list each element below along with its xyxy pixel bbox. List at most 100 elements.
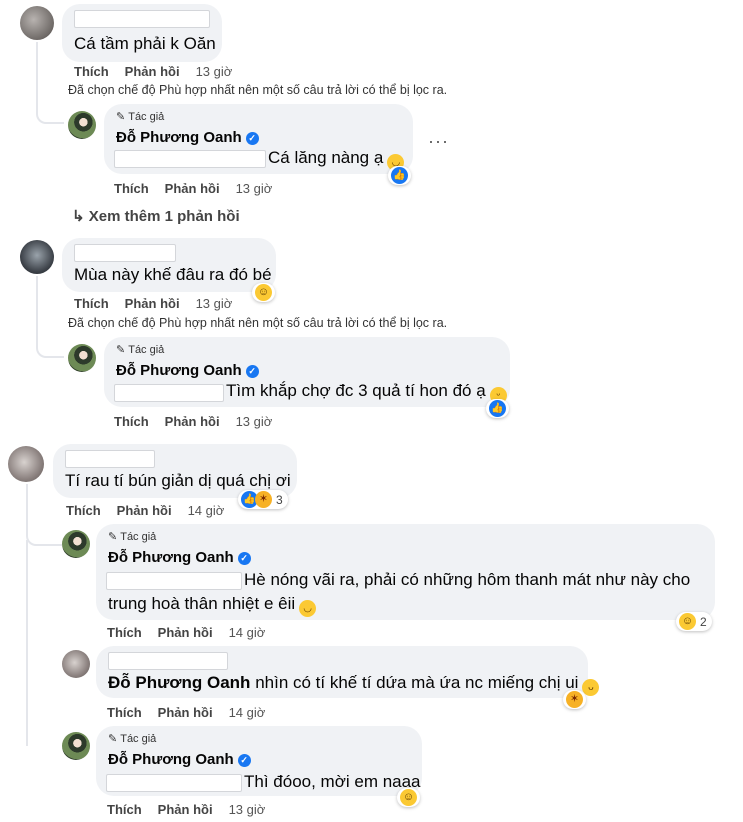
comment-text: Tí rau tí bún giản dị quá chị ơi — [65, 471, 291, 490]
avatar[interactable] — [20, 6, 54, 40]
verified-icon: ✓ — [237, 552, 251, 565]
reply-actions: Thích Phản hồi 13 giờ — [114, 414, 272, 429]
thread-line — [36, 42, 64, 124]
like-icon: 👍 — [489, 400, 506, 417]
comment-actions: Thích Phản hồi 13 giờ — [74, 296, 232, 311]
reaction-summary[interactable]: ☺ 2 — [676, 612, 712, 631]
timestamp[interactable]: 13 giờ — [236, 181, 273, 196]
reply-text: Đỗ Phương Oanh nhìn có tí khế tí dứa mà … — [108, 673, 600, 696]
like-link[interactable]: Thích — [114, 414, 149, 429]
avatar[interactable] — [68, 344, 96, 372]
commenter-name[interactable]: Đỗ Phương Oanh ✓ — [116, 362, 259, 379]
comment-bubble: Cá tầm phải k Oăn — [62, 4, 222, 62]
reply-bubble: ✎ Tác giả Đỗ Phương Oanh ✓ Thì đóoo, mời e… — [96, 726, 422, 796]
thread-line — [26, 484, 62, 546]
wow-icon: ✶ — [566, 691, 583, 708]
reaction-summary[interactable]: ☺ — [397, 788, 420, 807]
reaction-summary[interactable]: 👍 ✶ 3 — [238, 490, 288, 509]
reply-link[interactable]: Phản hồi — [125, 64, 180, 79]
like-link[interactable]: Thích — [107, 625, 142, 640]
timestamp[interactable]: 14 giờ — [188, 503, 225, 518]
pencil-icon: ✎ — [108, 531, 118, 543]
comment-actions: Thích Phản hồi 14 giờ — [66, 503, 224, 518]
avatar[interactable] — [62, 530, 90, 558]
like-link[interactable]: Thích — [74, 296, 109, 311]
timestamp[interactable]: 14 giờ — [229, 705, 266, 720]
reaction-summary[interactable]: 👍 — [486, 399, 509, 418]
author-badge: ✎ Tác giả — [116, 110, 165, 124]
reaction-summary[interactable]: ☺ — [252, 283, 275, 302]
smile-emoji-icon: ◡ — [299, 600, 317, 617]
comment-text: Cá tầm phải k Oăn — [74, 34, 216, 53]
comment-actions: Thích Phản hồi 13 giờ — [74, 64, 232, 79]
timestamp[interactable]: 13 giờ — [236, 414, 273, 429]
like-link[interactable]: Thích — [74, 64, 109, 79]
reply-link[interactable]: Phản hồi — [158, 802, 213, 817]
reply-bubble: ✎ Tác giả Đỗ Phương Oanh ✓ Hè nóng vãi ra,… — [96, 524, 715, 620]
reply-bubble: ✎ Tác giả Đỗ Phương Oanh ✓ Tìm khắp chợ đc… — [104, 337, 510, 407]
haha-icon: ☺ — [400, 789, 417, 806]
reply-bubble: Đỗ Phương Oanh nhìn có tí khế tí dứa mà … — [96, 646, 600, 698]
reply-actions: Thích Phản hồi 13 giờ — [114, 181, 272, 196]
comment-bubble: Mùa này khế đâu ra đó bé — [62, 238, 276, 292]
author-badge: ✎ Tác giả — [108, 530, 157, 544]
haha-icon: ☺ — [255, 284, 272, 301]
reaction-summary[interactable]: ✶ — [563, 690, 586, 709]
reply-actions: Thích Phản hồi 13 giờ — [107, 802, 265, 817]
reply-bubble: ✎ Tác giả Đỗ Phương Oanh ✓ Cá lăng nàng ạ ◡ — [104, 104, 413, 174]
redacted-name — [74, 10, 210, 28]
reply-text-line2: trung hoà thân nhiệt e êii ◡ — [108, 594, 317, 617]
like-link[interactable]: Thích — [107, 802, 142, 817]
reply-text: Cá lăng nàng ạ ◡ — [268, 148, 405, 171]
reply-link[interactable]: Phản hồi — [165, 181, 220, 196]
reply-link[interactable]: Phản hồi — [158, 705, 213, 720]
reaction-count: 2 — [700, 614, 707, 629]
commenter-name[interactable]: Đỗ Phương Oanh ✓ — [108, 549, 251, 566]
reply-link[interactable]: Phản hồi — [117, 503, 172, 518]
commenter-name[interactable]: Đỗ Phương Oanh ✓ — [108, 751, 251, 768]
pencil-icon: ✎ — [116, 344, 126, 356]
timestamp[interactable]: 14 giờ — [229, 625, 266, 640]
author-badge: ✎ Tác giả — [116, 343, 165, 357]
redacted-mention — [114, 150, 266, 168]
redacted-mention — [106, 572, 242, 590]
reply-text-line1: Hè nóng vãi ra, phải có những hôm thanh … — [244, 570, 691, 589]
like-link[interactable]: Thích — [114, 181, 149, 196]
reply-link[interactable]: Phản hồi — [165, 414, 220, 429]
avatar[interactable] — [68, 111, 96, 139]
like-link[interactable]: Thích — [107, 705, 142, 720]
filter-note: Đã chọn chế độ Phù hợp nhất nên một số c… — [68, 316, 448, 330]
reply-actions: Thích Phản hồi 14 giờ — [107, 625, 265, 640]
pencil-icon: ✎ — [108, 733, 118, 745]
thread-line — [26, 540, 28, 746]
redacted-mention — [106, 774, 242, 792]
redacted-name — [74, 244, 176, 262]
redacted-name — [108, 652, 228, 670]
reply-link[interactable]: Phản hồi — [125, 296, 180, 311]
avatar[interactable] — [62, 650, 90, 678]
timestamp[interactable]: 13 giờ — [229, 802, 266, 817]
mention-link[interactable]: Đỗ Phương Oanh — [108, 673, 250, 692]
verified-icon: ✓ — [245, 365, 259, 378]
like-icon: 👍 — [391, 167, 408, 184]
verified-icon: ✓ — [237, 754, 251, 767]
like-link[interactable]: Thích — [66, 503, 101, 518]
verified-icon: ✓ — [245, 132, 259, 145]
reply-text: Thì đóoo, mời em naaa — [244, 772, 421, 791]
more-options-icon[interactable]: ··· — [428, 131, 449, 152]
drool-emoji-icon: ᴗ — [582, 679, 600, 696]
timestamp[interactable]: 13 giờ — [196, 64, 233, 79]
reply-text: Tìm khắp chợ đc 3 quả tí hon đó ạᵕ — [226, 381, 507, 404]
reply-link[interactable]: Phản hồi — [158, 625, 213, 640]
timestamp[interactable]: 13 giờ — [196, 296, 233, 311]
view-more-replies[interactable]: ↳ Xem thêm 1 phản hồi — [72, 207, 240, 225]
avatar[interactable] — [20, 240, 54, 274]
pencil-icon: ✎ — [116, 111, 126, 123]
thread-line — [36, 276, 64, 358]
reaction-count: 3 — [276, 492, 283, 507]
commenter-name[interactable]: Đỗ Phương Oanh ✓ — [116, 129, 259, 146]
avatar[interactable] — [8, 446, 44, 482]
avatar[interactable] — [62, 732, 90, 760]
comment-text: Mùa này khế đâu ra đó bé — [74, 265, 272, 284]
reaction-summary[interactable]: 👍 — [388, 166, 411, 185]
